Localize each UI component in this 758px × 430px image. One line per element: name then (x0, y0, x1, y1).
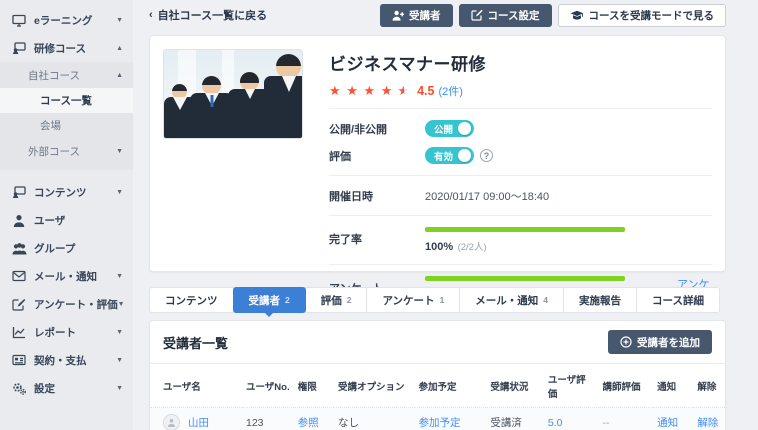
add-participant-button[interactable]: 受講者を追加 (608, 330, 712, 354)
rating-value: 4.5 (417, 84, 434, 98)
attendance-plan-link[interactable]: 参加予定 (419, 417, 461, 429)
tab-contents[interactable]: コンテンツ (149, 287, 234, 313)
main-content: ‹ 自社コース一覧に戻る 受講者 コース設定 コースを受講モードで見る (133, 0, 758, 430)
sidebar-item-elearning[interactable]: eラーニング ▼ (0, 6, 133, 34)
survey-progress-bar (425, 276, 625, 281)
course-rating: ★ ★ ★ ★★ 4.5 (2件) (329, 83, 712, 99)
schedule-row: 開催日時 2020/01/17 09:00～18:40 (329, 185, 712, 206)
contract-icon (12, 354, 27, 367)
caret-up-icon: ▲ (116, 45, 123, 52)
participants-card: 受講者一覧 受講者を追加 ユーザ名 ユーザNo. 権限 受講オプション 参加予定… (149, 320, 726, 430)
sidebar-item-contract[interactable]: 契約・支払 ▼ (0, 346, 133, 374)
evaluation-row: 評価 有効 ? (329, 145, 712, 166)
person-add-icon (392, 10, 404, 21)
sidebar-item-training-course[interactable]: 研修コース ▲ (0, 34, 133, 62)
back-link[interactable]: ‹ 自社コース一覧に戻る (149, 7, 267, 23)
sidebar-item-mail[interactable]: メール・通知 ▼ (0, 262, 133, 290)
sidebar-item-reports[interactable]: レポート ▼ (0, 318, 133, 346)
view-course-mode-button[interactable]: コースを受講モードで見る (558, 4, 726, 27)
visibility-row: 公開/非公開 公開 (329, 118, 712, 139)
sidebar-item-groups[interactable]: グループ (0, 234, 133, 262)
participants-button[interactable]: 受講者 (380, 4, 453, 27)
graduation-cap-icon (570, 10, 584, 21)
training-course-icon (12, 42, 27, 55)
sidebar-item-course-list[interactable]: コース一覧 (0, 88, 133, 113)
group-icon (12, 242, 27, 255)
completion-percent: 100% (425, 241, 453, 253)
course-tabs: コンテンツ 受講者2 評価2 アンケート1 メール・通知4 実施報告 コース詳細 (149, 287, 720, 313)
schedule-value: 2020/01/17 09:00～18:40 (425, 188, 549, 204)
sidebar-item-external-courses[interactable]: 外部コース ▼ (0, 138, 133, 164)
sidebar-item-label: 研修コース (34, 41, 86, 56)
settings-icon (12, 382, 27, 395)
user-rating-link[interactable]: 5.0 (548, 417, 563, 429)
toggle-knob (458, 122, 471, 135)
star-rating-icon: ★ ★ ★ ★ (329, 83, 393, 99)
user-icon (12, 214, 27, 227)
evaluation-toggle[interactable]: 有効 (425, 147, 474, 164)
remove-link[interactable]: 解除 (697, 417, 718, 429)
half-star-icon: ★ (397, 83, 410, 99)
sidebar-submenu: 自社コース ▲ コース一覧 会場 外部コース ▼ (0, 62, 133, 170)
participants-table: ユーザ名 ユーザNo. 権限 受講オプション 参加予定 受講状況 ユーザ評価 講… (150, 364, 725, 430)
caret-down-icon: ▼ (116, 329, 123, 336)
table-row: 山田 123 参照 なし 参加予定 受講済 5.0 -- 通知 解除 (150, 408, 725, 430)
topbar: ‹ 自社コース一覧に戻る 受講者 コース設定 コースを受講モードで見る (133, 0, 758, 30)
caret-down-icon: ▼ (116, 148, 123, 155)
help-icon[interactable]: ? (480, 149, 493, 162)
sidebar-item-venue[interactable]: 会場 (0, 113, 133, 138)
monitor-icon (12, 14, 27, 27)
notify-link[interactable]: 通知 (657, 417, 678, 429)
course-title: ビジネスマナー研修 (329, 49, 712, 75)
edit-icon (471, 9, 483, 21)
participants-title: 受講者一覧 (163, 333, 228, 352)
completion-row: 完了率 100% (2/2人) (329, 225, 712, 255)
course-settings-button[interactable]: コース設定 (459, 4, 552, 27)
sidebar-item-own-courses[interactable]: 自社コース ▲ (0, 62, 133, 88)
completion-detail: (2/2人) (458, 242, 487, 253)
table-header-row: ユーザ名 ユーザNo. 権限 受講オプション 参加予定 受講状況 ユーザ評価 講… (150, 364, 725, 408)
chevron-left-icon: ‹ (149, 9, 153, 21)
tab-participants[interactable]: 受講者2 (233, 287, 306, 313)
caret-down-icon: ▼ (118, 301, 125, 308)
tab-course-details[interactable]: コース詳細 (636, 287, 720, 313)
plus-circle-icon (620, 336, 632, 348)
caret-down-icon: ▼ (116, 17, 123, 24)
contents-icon (12, 186, 27, 199)
sidebar-item-users[interactable]: ユーザ (0, 206, 133, 234)
caret-down-icon: ▼ (116, 385, 123, 392)
report-icon (12, 326, 27, 339)
tab-mail[interactable]: メール・通知4 (459, 287, 564, 313)
sidebar-item-settings[interactable]: 設定 ▼ (0, 374, 133, 402)
tab-evaluation[interactable]: 評価2 (305, 287, 368, 313)
avatar (163, 414, 180, 430)
tab-survey[interactable]: アンケート1 (366, 287, 460, 313)
mail-icon (12, 270, 27, 283)
course-detail-card: ビジネスマナー研修 ★ ★ ★ ★★ 4.5 (2件) 公開/非公開 公開 評価… (149, 35, 726, 272)
completion-progress-bar (425, 227, 625, 232)
course-image (163, 49, 303, 139)
user-name-link[interactable]: 山田 (188, 415, 209, 430)
visibility-toggle[interactable]: 公開 (425, 120, 474, 137)
permission-link[interactable]: 参照 (298, 417, 319, 429)
sidebar-item-label: eラーニング (34, 13, 92, 28)
tab-report[interactable]: 実施報告 (563, 287, 637, 313)
toggle-knob (458, 149, 471, 162)
caret-up-icon: ▲ (116, 72, 123, 79)
rating-count[interactable]: (2件) (439, 83, 463, 99)
survey-icon (12, 298, 27, 311)
caret-down-icon: ▼ (116, 273, 123, 280)
caret-down-icon: ▼ (116, 189, 123, 196)
sidebar-item-contents[interactable]: コンテンツ ▼ (0, 178, 133, 206)
caret-down-icon: ▼ (116, 357, 123, 364)
sidebar-item-survey[interactable]: アンケート・評価 ▼ (0, 290, 133, 318)
sidebar: eラーニング ▼ 研修コース ▲ 自社コース ▲ コース一覧 会場 外部コース … (0, 0, 133, 430)
